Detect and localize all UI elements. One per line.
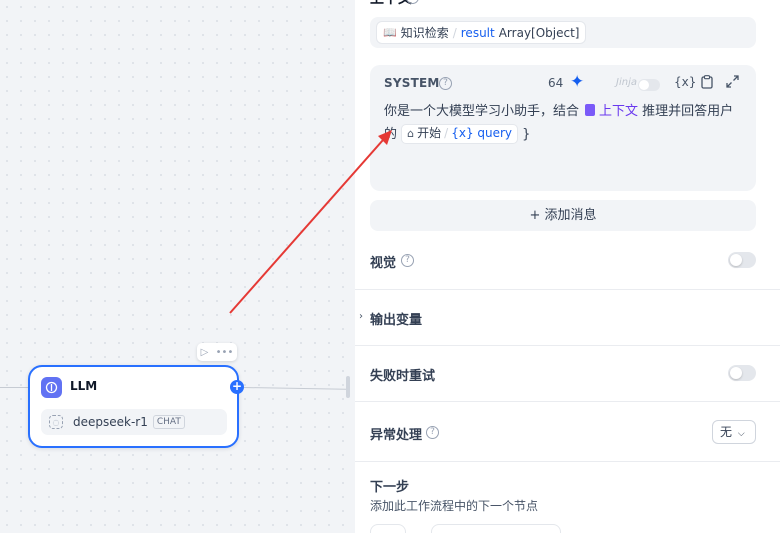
insert-variable-icon[interactable]: {x} <box>674 75 696 89</box>
start-node-name: 开始 <box>417 126 442 140</box>
model-mode-badge: CHAT <box>152 415 185 429</box>
divider <box>355 345 780 346</box>
system-prompt-text[interactable]: 你是一个大模型学习小助手，结合 上下文 推理并回答用户的 ⌂ 开始 / {x} q… <box>384 100 744 146</box>
home-icon: ⌂ <box>407 127 415 140</box>
context-type: Array[Object] <box>498 25 580 40</box>
context-source: 知识检索 <box>400 26 449 40</box>
jinja-label: Jinja <box>616 77 637 88</box>
model-icon: ◌ <box>49 415 63 429</box>
model-name: deepseek-r1 <box>73 415 148 429</box>
llm-brain-icon <box>41 377 62 398</box>
node-settings-panel: 上下文 ? 📖 知识检索 / result Array[Object] SYST… <box>355 0 780 533</box>
vision-toggle[interactable] <box>728 252 756 268</box>
next-node-slot[interactable] <box>370 524 406 533</box>
chevron-down-icon: ⌵ <box>737 429 745 439</box>
context-reference: 上下文 <box>599 104 639 119</box>
context-section-title: 上下文 <box>370 0 412 8</box>
panel-resize-handle[interactable] <box>346 376 350 398</box>
sparkle-generate-icon[interactable]: ✦ <box>570 72 584 92</box>
divider <box>355 461 780 462</box>
exception-value: 无 <box>720 425 733 439</box>
jinja-toggle[interactable] <box>638 79 660 91</box>
chevron-right-icon[interactable]: › <box>359 311 363 322</box>
system-prompt-editor[interactable]: SYSTEM ? 64 ✦ Jinja {x} 你是一个大模型学习小助手，结合 上… <box>370 65 756 191</box>
prompt-text-before: 你是一个大模型学习小助手，结合 <box>384 104 580 119</box>
divider <box>355 401 780 402</box>
next-step-subtitle: 添加此工作流程中的下一个节点 <box>370 499 539 513</box>
node-toolbar: ▷ ••• <box>197 343 237 361</box>
output-vars-label[interactable]: 输出变量 <box>370 309 422 328</box>
exception-select[interactable]: 无 ⌵ <box>712 420 756 444</box>
context-variable-chip[interactable]: 📖 知识检索 / result Array[Object] <box>376 21 587 44</box>
clipboard-icon[interactable] <box>701 75 713 92</box>
model-selector[interactable]: ◌ deepseek-r1 CHAT <box>41 409 227 435</box>
more-options-icon[interactable]: ••• <box>216 347 234 358</box>
help-icon[interactable]: ? <box>426 426 439 439</box>
context-variable: result <box>460 25 495 40</box>
add-message-button[interactable]: + 添加消息 <box>370 200 756 231</box>
retry-label: 失败时重试 <box>370 369 436 384</box>
exception-label: 异常处理 <box>370 428 423 443</box>
add-next-node-button[interactable]: + <box>230 380 244 394</box>
incoming-edge <box>0 387 28 388</box>
vision-label: 视觉 <box>370 256 397 271</box>
node-title: LLM <box>70 379 98 393</box>
context-selector[interactable]: 📖 知识检索 / result Array[Object] <box>370 17 756 48</box>
book-icon: 📖 <box>383 26 397 39</box>
query-variable: {x} query <box>451 126 513 140</box>
llm-node[interactable]: LLM ◌ deepseek-r1 CHAT <box>28 365 239 448</box>
retry-toggle[interactable] <box>728 365 756 381</box>
workflow-canvas[interactable]: ▷ ••• LLM ◌ deepseek-r1 CHAT + <box>0 0 355 533</box>
query-variable-chip[interactable]: ⌂ 开始 / {x} query <box>401 123 519 144</box>
expand-icon[interactable] <box>726 75 739 91</box>
help-icon[interactable]: ? <box>439 77 452 90</box>
outgoing-edge <box>243 387 346 390</box>
run-node-icon[interactable]: ▷ <box>201 347 209 358</box>
closing-brace: } <box>522 127 531 142</box>
help-icon[interactable]: ? <box>401 254 414 267</box>
add-next-node-slot[interactable] <box>431 524 561 533</box>
system-prompt-label: SYSTEM <box>384 76 440 90</box>
token-count: 64 <box>548 76 564 90</box>
next-step-title: 下一步 <box>370 480 410 495</box>
divider <box>355 289 780 290</box>
file-icon <box>585 104 596 116</box>
